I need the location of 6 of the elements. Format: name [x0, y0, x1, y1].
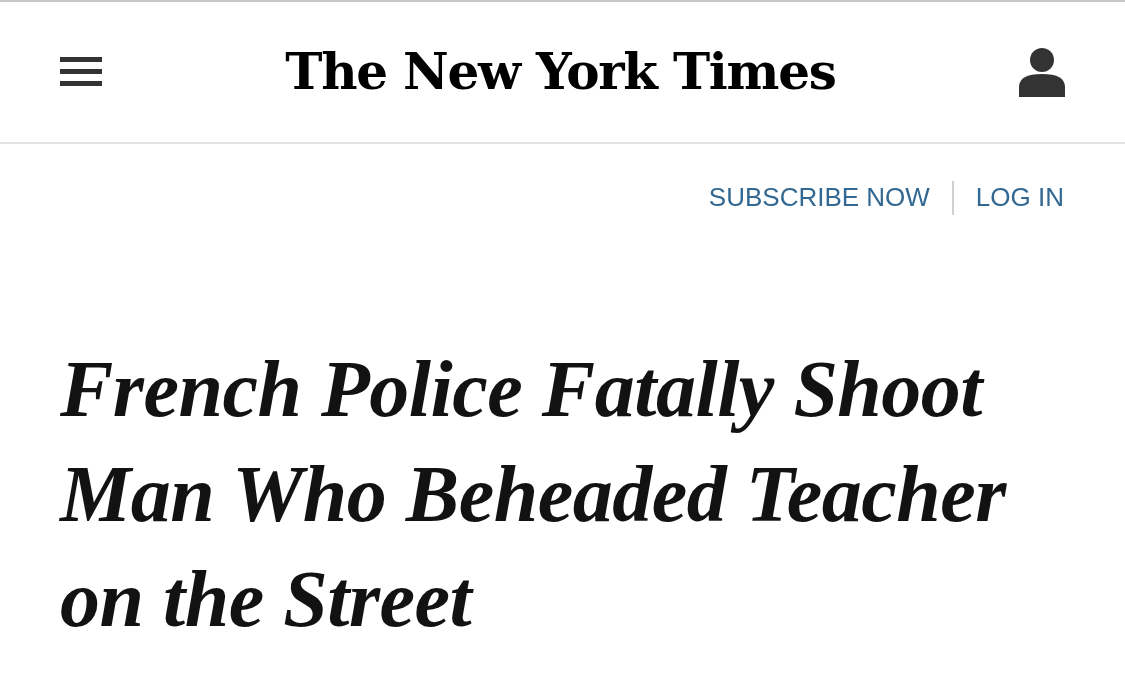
- site-logo[interactable]: The New York Times: [285, 47, 836, 97]
- login-link[interactable]: LOG IN: [975, 178, 1064, 217]
- menu-icon[interactable]: [60, 57, 102, 87]
- user-account-icon[interactable]: [1019, 47, 1065, 97]
- article-headline: French Police Fatally Shoot Man Who Beheaded Teacher on the Street: [58, 344, 1008, 645]
- subscribe-link[interactable]: SUBSCRIBE NOW: [708, 178, 930, 217]
